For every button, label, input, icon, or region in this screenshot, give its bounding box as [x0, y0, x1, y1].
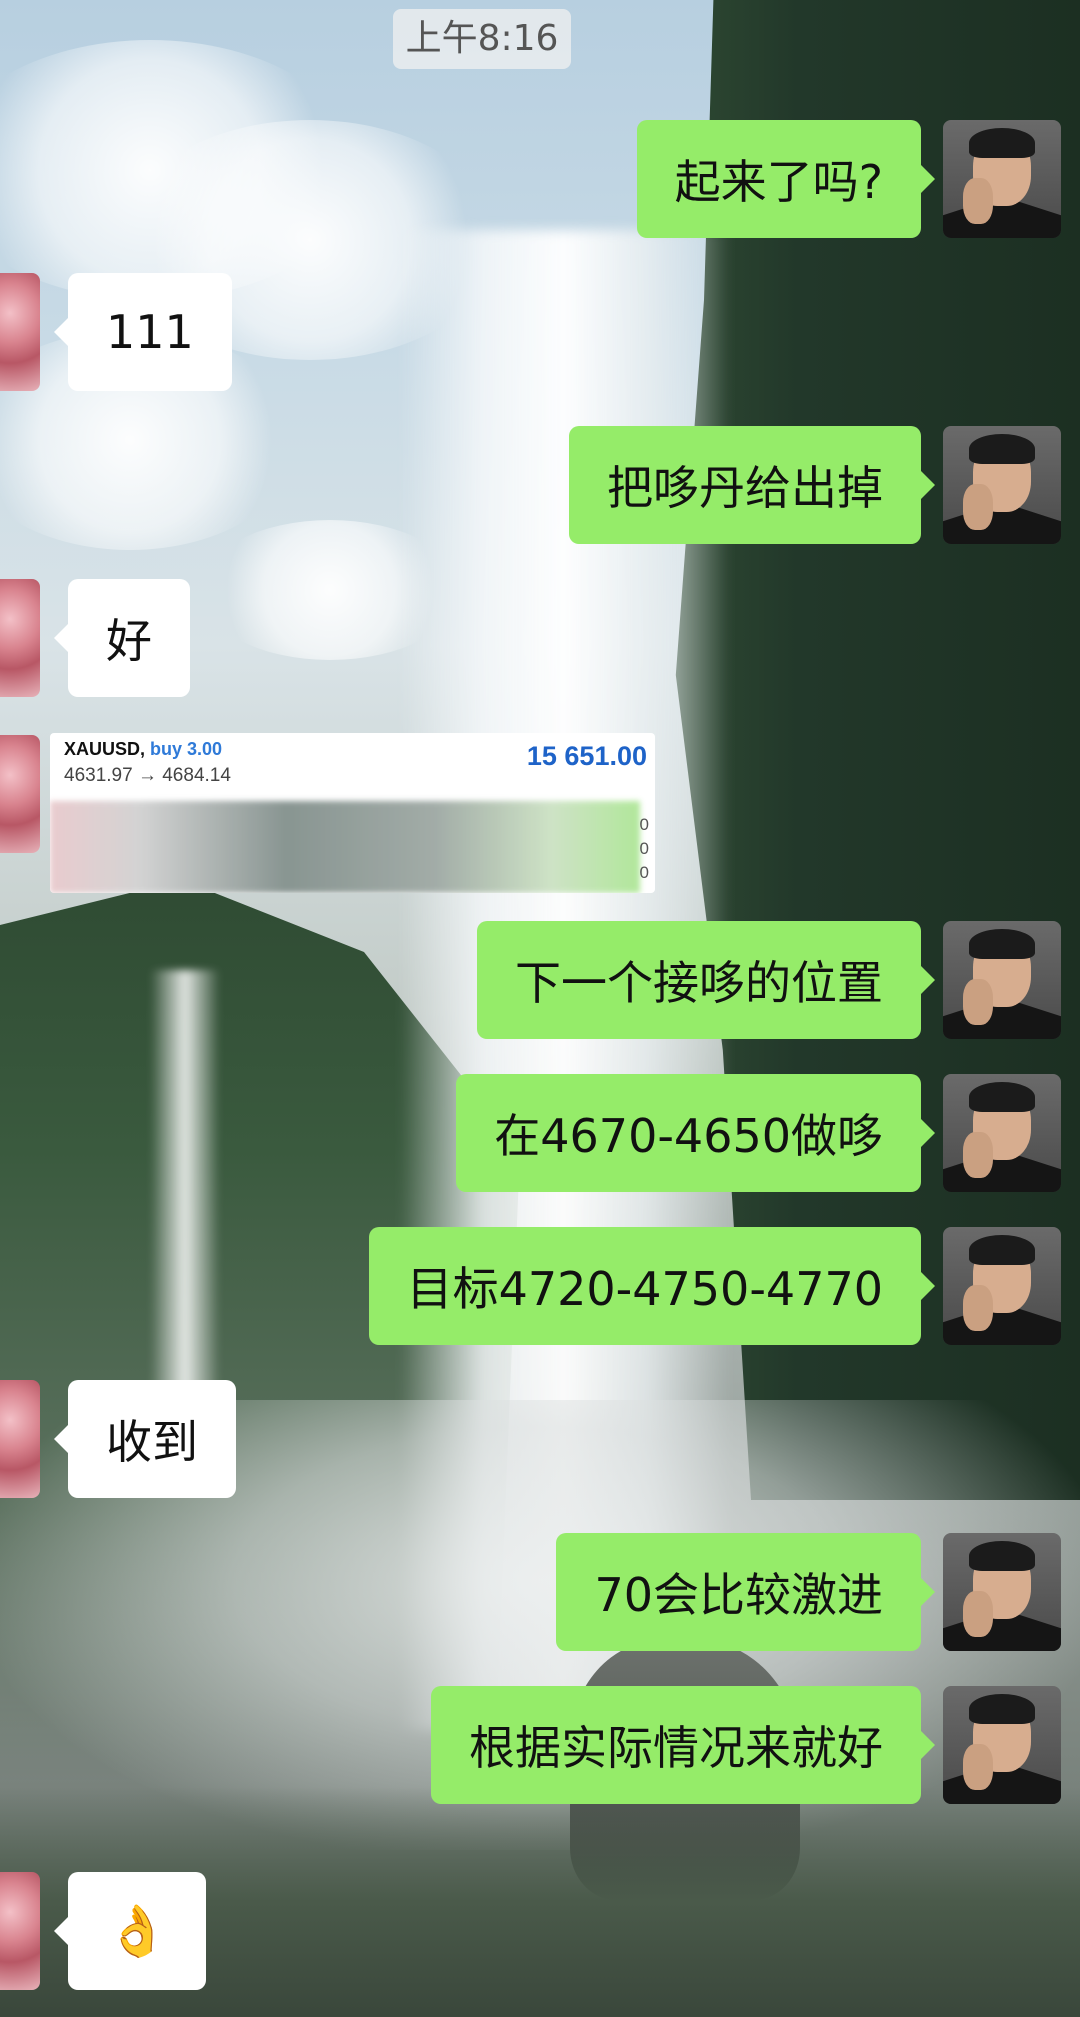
cropped-digit: 0	[639, 863, 649, 882]
message-row-sent: 把哆丹给出掉	[569, 426, 1061, 544]
message-row-sent: 根据实际情况来就好	[431, 1686, 1061, 1804]
redacted-area	[50, 801, 640, 893]
trade-symbol: XAUUSD, buy 3.00	[64, 739, 223, 759]
user-avatar[interactable]	[0, 1872, 40, 1990]
trade-screenshot-card[interactable]: XAUUSD, buy 3.00 4631.97 → 4684.14 15 65…	[50, 733, 655, 893]
cropped-digit: 0	[639, 839, 649, 858]
sent-message-bubble[interactable]: 目标4720-4750-4770	[368, 1227, 936, 1345]
sent-message-bubble[interactable]: 下一个接哆的位置	[477, 921, 935, 1039]
contact-avatar[interactable]	[943, 1533, 1061, 1651]
received-message-bubble[interactable]: 好	[54, 579, 190, 697]
message-row-sent: 起来了吗?	[636, 120, 1061, 238]
received-message-bubble[interactable]: 👌	[53, 1872, 207, 1990]
message-row-sent: 目标4720-4750-4770	[368, 1227, 1061, 1345]
received-message-bubble[interactable]: 收到	[54, 1380, 236, 1498]
message-row-received: 好	[0, 579, 190, 697]
user-avatar[interactable]	[0, 579, 40, 697]
contact-avatar[interactable]	[943, 1227, 1061, 1345]
message-row-sent: 在4670-4650做哆	[456, 1074, 1061, 1192]
trade-profit: 15 651.00	[526, 741, 647, 771]
user-avatar[interactable]	[0, 1380, 40, 1498]
timestamp-pill: 上午8:16	[393, 9, 571, 69]
sent-message-bubble[interactable]: 把哆丹给出掉	[569, 426, 935, 544]
sent-message-bubble[interactable]: 在4670-4650做哆	[456, 1074, 935, 1192]
cropped-digit: 0	[639, 815, 649, 834]
trade-price-change: 4631.97 → 4684.14	[64, 765, 231, 786]
message-row-received: 111	[0, 273, 232, 391]
user-avatar[interactable]	[0, 735, 40, 853]
contact-avatar[interactable]	[943, 1686, 1061, 1804]
received-message-bubble[interactable]: 111	[54, 273, 232, 391]
message-row-received: 👌	[0, 1872, 207, 1990]
contact-avatar[interactable]	[943, 426, 1061, 544]
contact-avatar[interactable]	[943, 921, 1061, 1039]
message-row-sent: 70会比较激进	[556, 1533, 1061, 1651]
contact-avatar[interactable]	[943, 1074, 1061, 1192]
ok-hand-icon: 👌	[106, 1901, 169, 1960]
sent-message-bubble[interactable]: 70会比较激进	[556, 1533, 935, 1651]
user-avatar[interactable]	[0, 273, 40, 391]
message-row-sent: 下一个接哆的位置	[477, 921, 1061, 1039]
message-row-received: 收到	[0, 1380, 236, 1498]
sent-message-bubble[interactable]: 起来了吗?	[636, 120, 936, 238]
contact-avatar[interactable]	[943, 120, 1061, 238]
trade-action: buy 3.00	[150, 739, 223, 759]
sent-message-bubble[interactable]: 根据实际情况来就好	[431, 1686, 935, 1804]
